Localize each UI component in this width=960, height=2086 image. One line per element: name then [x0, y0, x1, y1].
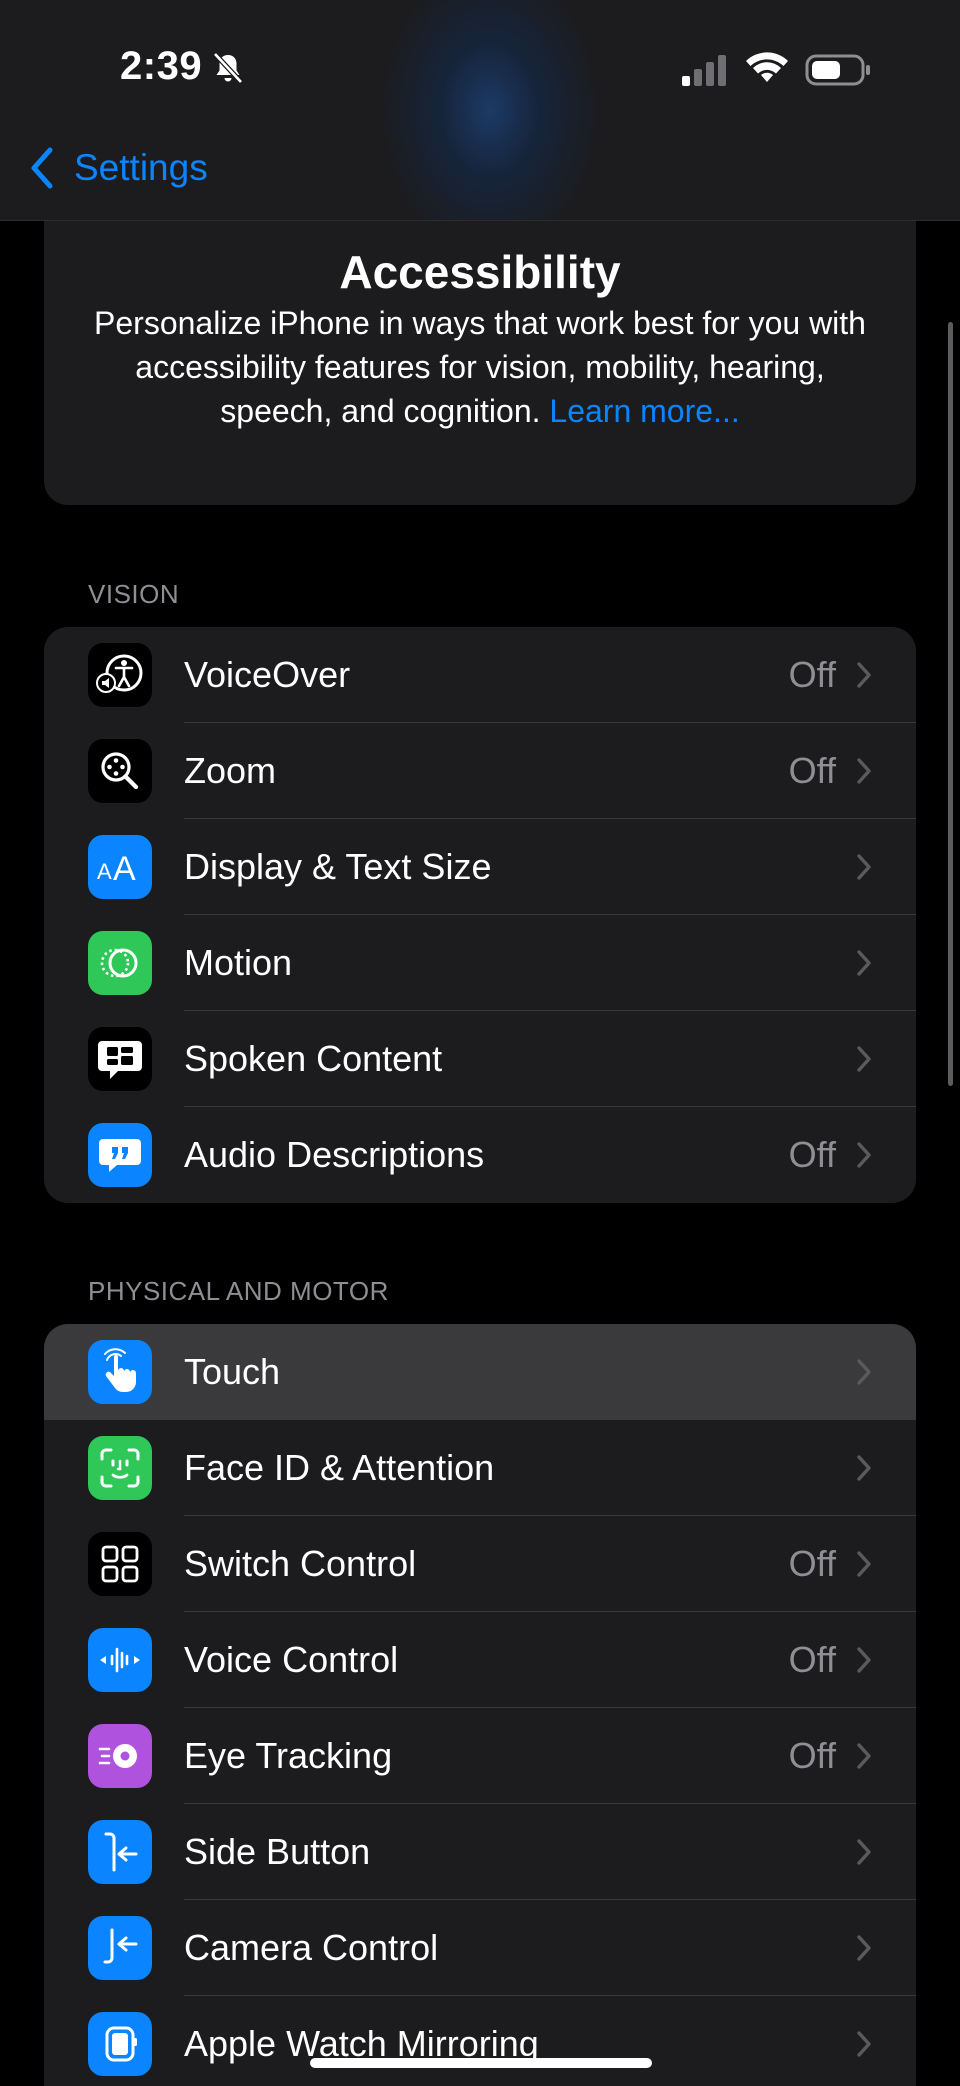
- row-value: Off: [788, 1639, 836, 1680]
- chevron-right-icon: [857, 1551, 871, 1577]
- row-label: Eye Tracking: [184, 1735, 393, 1776]
- row-value: Off: [788, 1543, 836, 1584]
- row-label: Motion: [184, 942, 293, 983]
- voice-control-icon: [88, 1628, 152, 1692]
- row-label: Switch Control: [184, 1543, 417, 1584]
- chevron-right-icon: [857, 1839, 871, 1865]
- chevron-right-icon: [857, 1046, 871, 1072]
- wifi-icon: [746, 52, 788, 82]
- eye-tracking-icon: [88, 1724, 152, 1788]
- scrollbar[interactable]: [948, 322, 953, 1086]
- row-label: VoiceOver: [184, 654, 351, 695]
- row-label: Audio Descriptions: [184, 1134, 485, 1175]
- camera-control-icon: [88, 1916, 152, 1980]
- description-text: Personalize iPhone in ways that work bes…: [94, 305, 866, 429]
- section-header-vision: VISION: [88, 579, 180, 609]
- learn-more-link[interactable]: Learn more...: [549, 393, 739, 429]
- text-size-icon: A A: [88, 835, 152, 899]
- row-display-text-size[interactable]: A A Display & Text Size: [44, 819, 916, 915]
- status-bar: 2:39: [0, 0, 960, 140]
- chevron-right-icon: [857, 2031, 871, 2057]
- row-zoom[interactable]: Zoom Off: [44, 723, 916, 819]
- apple-watch-icon: [88, 2012, 152, 2076]
- page-title: Accessibility: [339, 246, 621, 298]
- row-value: Off: [788, 654, 836, 695]
- row-label: Spoken Content: [184, 1038, 443, 1079]
- row-label: Camera Control: [184, 1927, 439, 1968]
- chevron-right-icon: [857, 854, 871, 880]
- row-camera-control[interactable]: Camera Control: [44, 1900, 916, 1996]
- page-description: Personalize iPhone in ways that work bes…: [88, 301, 872, 433]
- row-voiceover[interactable]: VoiceOver Off: [44, 627, 916, 723]
- row-value: Off: [788, 1134, 836, 1175]
- status-time: 2:39: [120, 44, 203, 88]
- row-switch-control[interactable]: Switch Control Off: [44, 1516, 916, 1612]
- row-label: Face ID & Attention: [184, 1447, 495, 1488]
- voiceover-icon: [88, 643, 152, 707]
- row-label: Zoom: [184, 750, 277, 791]
- touch-hand-icon: [88, 1340, 152, 1404]
- row-audio-descriptions[interactable]: Audio Descriptions Off: [44, 1107, 916, 1203]
- home-indicator[interactable]: [310, 2058, 652, 2068]
- accessibility-header-card: Accessibility Personalize iPhone in ways…: [44, 221, 916, 505]
- spoken-content-icon: [88, 1027, 152, 1091]
- chevron-right-icon: [857, 1455, 871, 1481]
- row-side-button[interactable]: Side Button: [44, 1804, 916, 1900]
- row-touch[interactable]: Touch: [44, 1324, 916, 1420]
- side-button-icon: [88, 1820, 152, 1884]
- motion-icon: [88, 931, 152, 995]
- back-button-label: Settings: [74, 147, 208, 188]
- chevron-right-icon: [857, 950, 871, 976]
- navigation-bar: 2:39 Settings: [0, 0, 960, 221]
- section-header-physical-motor: PHYSICAL AND MOTOR: [88, 1276, 389, 1306]
- svg-text:A: A: [97, 859, 112, 884]
- cellular-signal-icon: [682, 55, 726, 86]
- switch-control-icon: [88, 1532, 152, 1596]
- zoom-icon: [88, 739, 152, 803]
- row-label: Touch: [184, 1351, 281, 1392]
- settings-list[interactable]: Accessibility Personalize iPhone in ways…: [0, 221, 960, 2086]
- battery-icon: [805, 54, 870, 86]
- row-spoken-content[interactable]: Spoken Content: [44, 1011, 916, 1107]
- row-eye-tracking[interactable]: Eye Tracking Off: [44, 1708, 916, 1804]
- vision-group: VoiceOver Off Zoom Off A A Display & Tex…: [44, 627, 916, 1203]
- svg-text:A: A: [113, 850, 136, 887]
- audio-descriptions-icon: [88, 1123, 152, 1187]
- chevron-right-icon: [857, 1935, 871, 1961]
- row-voice-control[interactable]: Voice Control Off: [44, 1612, 916, 1708]
- face-id-icon: [88, 1436, 152, 1500]
- chevron-right-icon: [857, 758, 871, 784]
- back-button[interactable]: Settings: [26, 146, 208, 190]
- chevron-right-icon: [857, 662, 871, 688]
- row-label: Side Button: [184, 1831, 371, 1872]
- row-apple-watch-mirroring[interactable]: Apple Watch Mirroring: [44, 1996, 916, 2086]
- chevron-right-icon: [857, 1743, 871, 1769]
- row-value: Off: [788, 750, 836, 791]
- chevron-right-icon: [857, 1647, 871, 1673]
- chevron-right-icon: [857, 1142, 871, 1168]
- chevron-left-icon: [31, 147, 53, 189]
- row-face-id-attention[interactable]: Face ID & Attention: [44, 1420, 916, 1516]
- chevron-right-icon: [857, 1359, 871, 1385]
- row-label: Voice Control: [184, 1639, 399, 1680]
- row-label: Display & Text Size: [184, 846, 492, 887]
- row-motion[interactable]: Motion: [44, 915, 916, 1011]
- physical-motor-group: Touch Face ID & Attention Switch Control…: [44, 1324, 916, 2086]
- row-value: Off: [788, 1735, 836, 1776]
- bell-slash-icon: [213, 52, 243, 84]
